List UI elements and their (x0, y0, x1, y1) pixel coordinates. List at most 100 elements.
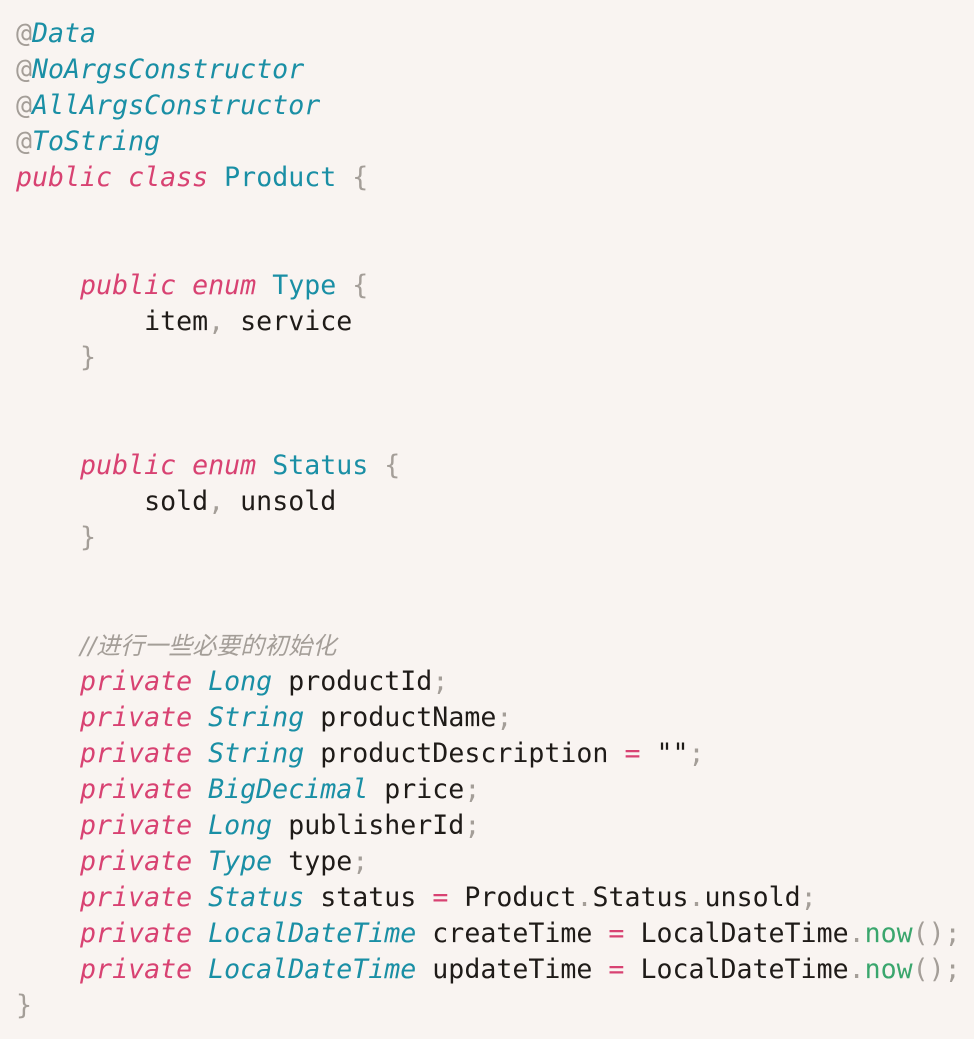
identifier: updateTime (432, 954, 593, 985)
identifier: status (320, 882, 417, 913)
operator: = (608, 918, 625, 949)
keyword: private (80, 702, 193, 733)
code-line[interactable]: ​ (16, 412, 966, 448)
code-line[interactable]: ​ (16, 376, 966, 412)
field-type: Status (208, 882, 305, 913)
code-line[interactable]: @ToString (16, 124, 966, 160)
code-line[interactable]: private String productName; (16, 700, 966, 736)
field-type: Type (208, 846, 273, 877)
punctuation: , (208, 486, 225, 517)
code-line[interactable]: ​ (16, 556, 966, 592)
punctuation: , (208, 306, 225, 337)
punctuation: ; (464, 774, 481, 805)
code-line[interactable]: } (16, 988, 966, 1024)
keyword: enum (192, 270, 257, 301)
method-call: now (864, 954, 913, 985)
punctuation: { (352, 270, 369, 301)
code-line[interactable]: private Type type; (16, 844, 966, 880)
keyword: private (80, 846, 193, 877)
punctuation: } (80, 342, 97, 373)
code-line[interactable]: ​ (16, 196, 966, 232)
code-line[interactable]: public class Product { (16, 160, 966, 196)
operator: = (624, 738, 641, 769)
punctuation: ; (352, 846, 369, 877)
punctuation: } (16, 990, 33, 1021)
identifier: unsold (240, 486, 337, 517)
code-comment: //进行一些必要的初始化 (80, 632, 337, 660)
type-name: Type (272, 270, 337, 301)
field-type: String (208, 738, 305, 769)
punctuation: (); (912, 954, 961, 985)
field-type: Long (208, 666, 273, 697)
code-line[interactable]: } (16, 520, 966, 556)
field-type: LocalDateTime (208, 954, 417, 985)
keyword: private (80, 810, 193, 841)
punctuation: . (848, 954, 865, 985)
code-line[interactable]: private LocalDateTime createTime = Local… (16, 916, 966, 952)
code-line[interactable]: private BigDecimal price; (16, 772, 966, 808)
code-line[interactable]: private LocalDateTime updateTime = Local… (16, 952, 966, 988)
identifier: productDescription (320, 738, 609, 769)
code-line[interactable]: public enum Status { (16, 448, 966, 484)
code-line[interactable]: private Long productId; (16, 664, 966, 700)
code-editor[interactable]: @Data @NoArgsConstructor @AllArgsConstruct… (16, 16, 966, 1024)
code-line[interactable]: //进行一些必要的初始化 (16, 628, 966, 664)
identifier: Status (592, 882, 689, 913)
code-line[interactable]: private Long publisherId; (16, 808, 966, 844)
code-line[interactable]: sold, unsold (16, 484, 966, 520)
identifier: publisherId (288, 810, 465, 841)
keyword: private (80, 738, 193, 769)
identifier: service (240, 306, 353, 337)
code-line[interactable]: private String productDescription = ""; (16, 736, 966, 772)
identifier: item (144, 306, 209, 337)
code-line[interactable]: @NoArgsConstructor (16, 52, 966, 88)
field-type: String (208, 702, 305, 733)
code-line[interactable]: ​ (16, 232, 966, 268)
code-line[interactable]: item, service (16, 304, 966, 340)
code-line[interactable]: public enum Type { (16, 268, 966, 304)
type-name: Status (272, 450, 369, 481)
annotation-name: Data (32, 18, 97, 49)
identifier: price (384, 774, 465, 805)
punctuation: (); (912, 918, 961, 949)
keyword: enum (192, 450, 257, 481)
keyword: private (80, 918, 193, 949)
code-line[interactable]: @AllArgsConstructor (16, 88, 966, 124)
type-name: Product (224, 162, 337, 193)
punctuation: ; (688, 738, 705, 769)
code-line[interactable]: } (16, 340, 966, 376)
annotation-at-sign: @ (16, 54, 33, 85)
code-line[interactable]: ​ (16, 592, 966, 628)
code-line[interactable]: @Data (16, 16, 966, 52)
code-line[interactable]: private Status status = Product.Status.u… (16, 880, 966, 916)
